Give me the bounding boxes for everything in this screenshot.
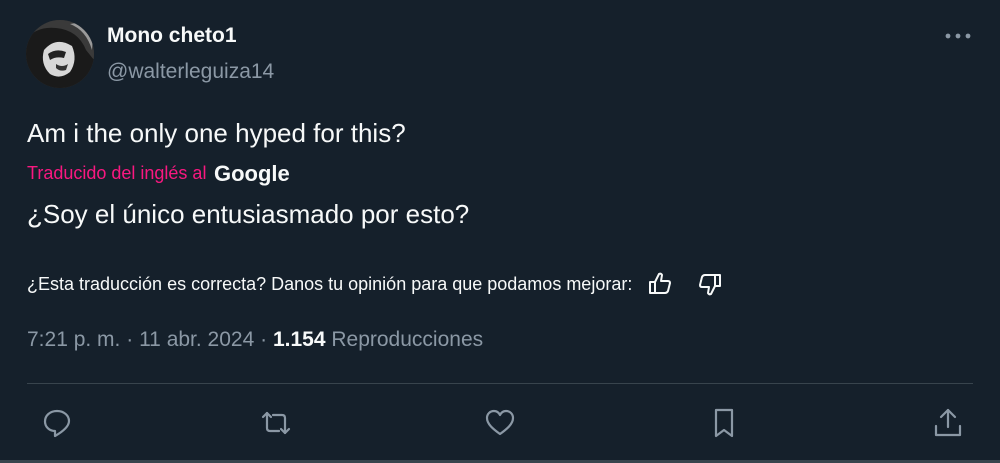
google-logo-icon: Google <box>214 161 290 186</box>
meta-separator: · <box>120 328 140 351</box>
tweet-text: Am i the only one hyped for this? <box>27 118 406 148</box>
translation-feedback: ¿Esta traducción es correcta? Danos tu o… <box>27 268 724 300</box>
author-display-name[interactable]: Mono cheto1 <box>107 24 237 48</box>
author-handle[interactable]: @walterleguiza14 <box>107 60 274 84</box>
more-options-icon[interactable] <box>940 24 976 52</box>
thumbs-down-icon[interactable] <box>696 270 724 298</box>
meta-separator: · <box>254 328 273 351</box>
views-count: 1.154 <box>272 328 326 351</box>
retweet-icon[interactable] <box>259 406 293 440</box>
avatar-image <box>26 20 94 88</box>
tweet-date[interactable]: 11 abr. 2024 <box>139 328 254 351</box>
translated-label: Traducido del inglés al <box>27 162 207 183</box>
views-label: Reproducciones <box>331 328 484 351</box>
reply-icon[interactable] <box>40 406 74 440</box>
divider <box>27 383 973 384</box>
avatar[interactable] <box>26 20 94 88</box>
share-icon[interactable] <box>931 406 965 440</box>
feedback-prompt: ¿Esta traducción es correcta? Danos tu o… <box>27 273 633 294</box>
svg-text:Google: Google <box>214 161 290 186</box>
like-icon[interactable] <box>483 406 517 440</box>
bookmark-icon[interactable] <box>707 406 741 440</box>
thumbs-up-icon[interactable] <box>646 270 674 298</box>
translation-attribution: Traducido del inglés al Google <box>27 158 296 188</box>
translated-text: ¿Soy el único entusiasmado por esto? <box>27 199 470 229</box>
tweet-meta: 7:21 p. m. · 11 abr. 2024 · 1.154 Reprod… <box>27 328 483 352</box>
tweet-time[interactable]: 7:21 p. m. <box>27 328 120 351</box>
